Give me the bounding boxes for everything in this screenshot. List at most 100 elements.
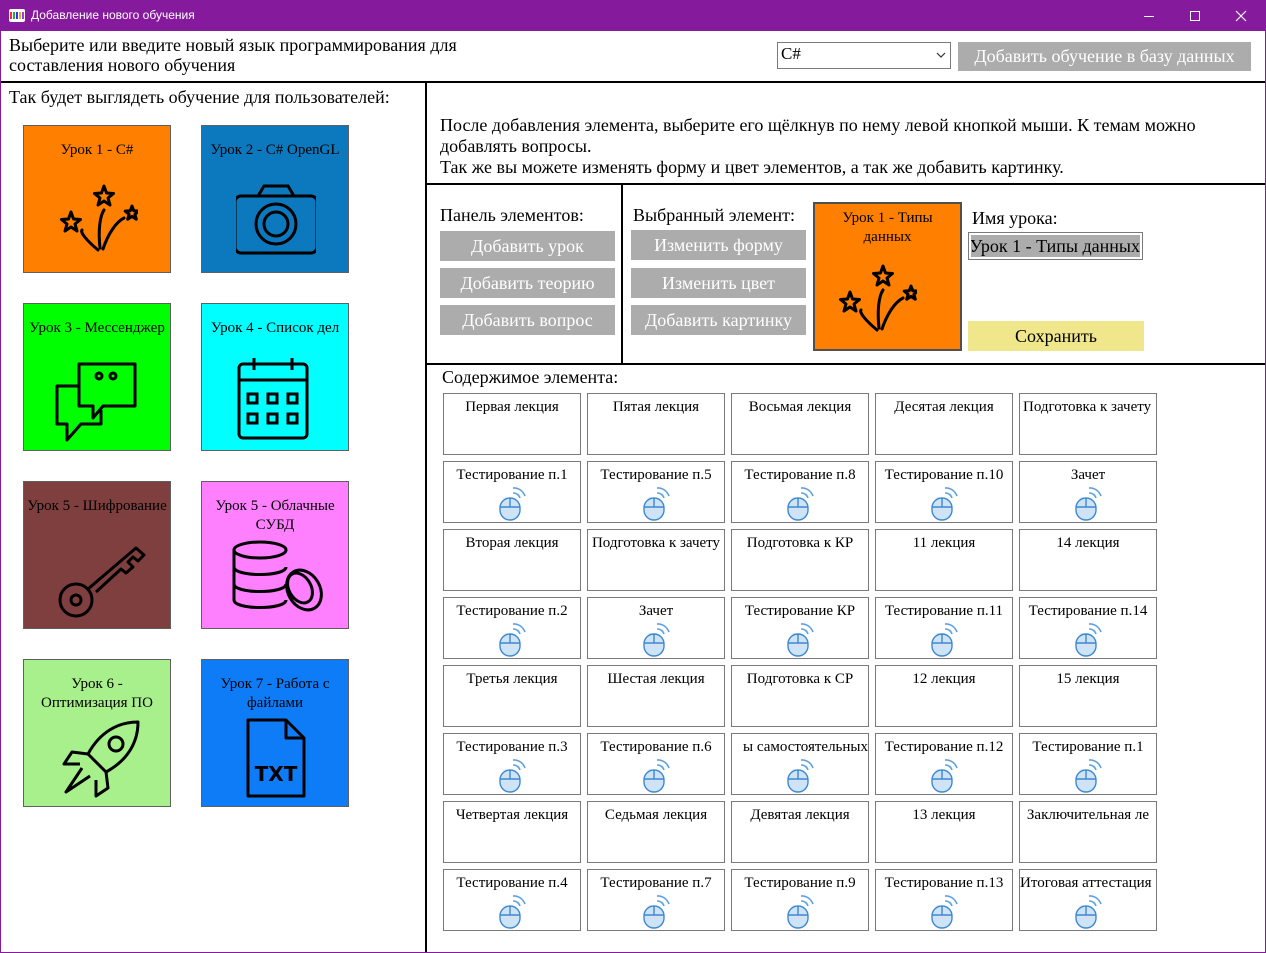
content-item-label: Пятая лекция <box>612 399 700 415</box>
content-item-label: Тестирование п.11 <box>884 603 1004 619</box>
content-item-label: 12 лекция <box>912 671 976 687</box>
content-question-item[interactable]: Тестирование п.1 <box>1019 733 1157 795</box>
content-theory-item[interactable]: Девятая лекция <box>731 801 869 863</box>
mouse-click-icon <box>787 895 814 929</box>
lesson-tile-1[interactable]: Урок 1 - C# <box>23 125 171 273</box>
content-theory-item[interactable]: 15 лекция <box>1019 665 1157 727</box>
content-question-item[interactable]: Тестирование п.8 <box>731 461 869 523</box>
content-theory-item[interactable]: Первая лекция <box>443 393 581 455</box>
add-lesson-button[interactable]: Добавить урок <box>440 231 615 261</box>
content-theory-item[interactable]: Подготовка к зачету <box>587 529 725 591</box>
content-theory-item[interactable]: 13 лекция <box>875 801 1013 863</box>
add-theory-button[interactable]: Добавить теорию <box>440 268 615 298</box>
lesson-tile-4[interactable]: Урок 4 - Список дел <box>201 303 349 451</box>
content-theory-item[interactable]: 11 лекция <box>875 529 1013 591</box>
mouse-click-icon <box>931 487 958 521</box>
content-question-item[interactable]: Тестирование п.4 <box>443 869 581 931</box>
content-theory-item[interactable]: Подготовка к СР <box>731 665 869 727</box>
content-theory-item[interactable]: Заключительная ле <box>1019 801 1157 863</box>
content-theory-item[interactable]: Подготовка к КР <box>731 529 869 591</box>
content-theory-item[interactable]: Вторая лекция <box>443 529 581 591</box>
mouse-click-icon <box>1075 487 1102 521</box>
content-item-label: 14 лекция <box>1056 535 1120 551</box>
content-theory-item[interactable]: Восьмая лекция <box>731 393 869 455</box>
lesson-name-label: Имя урока: <box>972 208 1058 228</box>
content-question-item[interactable]: Тестирование п.14 <box>1019 597 1157 659</box>
close-icon <box>1235 10 1247 21</box>
content-question-item[interactable]: Зачет <box>587 597 725 659</box>
lesson-tile-5[interactable]: Урок 5 - Шифрование <box>23 481 171 629</box>
add-training-button[interactable]: Добавить обучение в базу данных <box>958 42 1251 71</box>
selected-element-preview[interactable]: Урок 1 - Типы данных <box>813 202 962 351</box>
content-theory-item[interactable]: Пятая лекция <box>587 393 725 455</box>
content-item-label: Тестирование п.10 <box>884 467 1004 483</box>
content-question-item[interactable]: Тестирование п.9 <box>731 869 869 931</box>
content-question-item[interactable]: Итоговая аттестация <box>1019 869 1157 931</box>
content-question-item[interactable]: Тестирование п.5 <box>587 461 725 523</box>
content-item-label: Тестирование КР <box>744 603 856 619</box>
content-theory-item[interactable]: Подготовка к зачету <box>1019 393 1157 455</box>
language-select-value: C# <box>781 44 801 63</box>
content-question-item[interactable]: Тестирование КР <box>731 597 869 659</box>
content-item-label: Тестирование п.7 <box>600 875 712 891</box>
content-item-label: Заключительная ле <box>1026 807 1150 823</box>
close-button[interactable] <box>1218 0 1264 31</box>
content-item-label: Тестирование п.6 <box>600 739 712 755</box>
content-item-label: Тестирование п.4 <box>456 875 568 891</box>
lesson-tile-7[interactable]: Урок 6 - Оптимизация ПО <box>23 659 171 807</box>
content-question-item[interactable]: Тестирование п.10 <box>875 461 1013 523</box>
divider-vertical-main <box>425 82 427 952</box>
content-theory-item[interactable]: 14 лекция <box>1019 529 1157 591</box>
add-question-button[interactable]: Добавить вопрос <box>440 305 615 335</box>
content-item-label: 15 лекция <box>1056 671 1120 687</box>
lesson-tile-title: Урок 6 - Оптимизация ПО <box>41 676 153 711</box>
content-item-label: Тестирование п.8 <box>744 467 856 483</box>
add-picture-button[interactable]: Добавить картинку <box>631 305 806 335</box>
change-shape-button[interactable]: Изменить форму <box>631 230 806 260</box>
lesson-tile-6[interactable]: Урок 5 - Облачные СУБД <box>201 481 349 629</box>
title-bar[interactable]: Добавление нового обучения <box>0 0 1266 31</box>
content-question-item[interactable]: Тестирование п.2 <box>443 597 581 659</box>
content-item-label: Тестирование п.9 <box>744 875 856 891</box>
lesson-tile-3[interactable]: Урок 3 - Мессенджер <box>23 303 171 451</box>
content-item-label: Подготовка к зачету <box>591 535 721 551</box>
content-question-item[interactable]: Тестирование п.3 <box>443 733 581 795</box>
content-theory-item[interactable]: 12 лекция <box>875 665 1013 727</box>
mouse-click-icon <box>499 759 526 793</box>
content-item-label: 13 лекция <box>912 807 976 823</box>
content-question-item[interactable]: Тестирование п.13 <box>875 869 1013 931</box>
content-theory-item[interactable]: Десятая лекция <box>875 393 1013 455</box>
save-button[interactable]: Сохранить <box>968 321 1144 351</box>
content-theory-item[interactable]: Четвертая лекция <box>443 801 581 863</box>
minimize-button[interactable] <box>1126 0 1172 31</box>
content-item-label: Шестая лекция <box>607 671 705 687</box>
change-color-button[interactable]: Изменить цвет <box>631 268 806 298</box>
content-item-label: Тестирование п.13 <box>884 875 1004 891</box>
content-question-item[interactable]: Тестирование п.11 <box>875 597 1013 659</box>
lesson-tile-8[interactable]: Урок 7 - Работа с файлами TXT <box>201 659 349 807</box>
divider-info <box>427 183 1265 185</box>
window-border-left <box>0 31 1 953</box>
chevron-down-icon <box>936 52 946 58</box>
lesson-tile-title: Урок 4 - Список дел <box>210 320 340 336</box>
lesson-tile-title: Урок 5 - Облачные СУБД <box>215 498 335 533</box>
maximize-button[interactable] <box>1172 0 1218 31</box>
key-icon <box>58 546 146 618</box>
lesson-tile-title: Урок 1 - C# <box>60 142 134 158</box>
content-question-item[interactable]: Зачет <box>1019 461 1157 523</box>
content-question-item[interactable]: ы самостоятельных <box>731 733 869 795</box>
lesson-tile-2[interactable]: Урок 2 - C# OpenGL <box>201 125 349 273</box>
content-theory-item[interactable]: Шестая лекция <box>587 665 725 727</box>
content-question-item[interactable]: Тестирование п.6 <box>587 733 725 795</box>
content-question-item[interactable]: Тестирование п.1 <box>443 461 581 523</box>
content-item-label: Третья лекция <box>466 671 558 687</box>
content-theory-item[interactable]: Седьмая лекция <box>587 801 725 863</box>
content-question-item[interactable]: Тестирование п.7 <box>587 869 725 931</box>
lesson-name-input[interactable]: Урок 1 - Типы данных <box>968 232 1143 260</box>
content-theory-item[interactable]: Третья лекция <box>443 665 581 727</box>
content-question-item[interactable]: Тестирование п.12 <box>875 733 1013 795</box>
language-prompt: Выберите или введите новый язык программ… <box>9 35 457 75</box>
mouse-click-icon <box>931 759 958 793</box>
lesson-name-value: Урок 1 - Типы данных <box>971 235 1140 257</box>
language-select[interactable]: C# <box>777 42 951 69</box>
